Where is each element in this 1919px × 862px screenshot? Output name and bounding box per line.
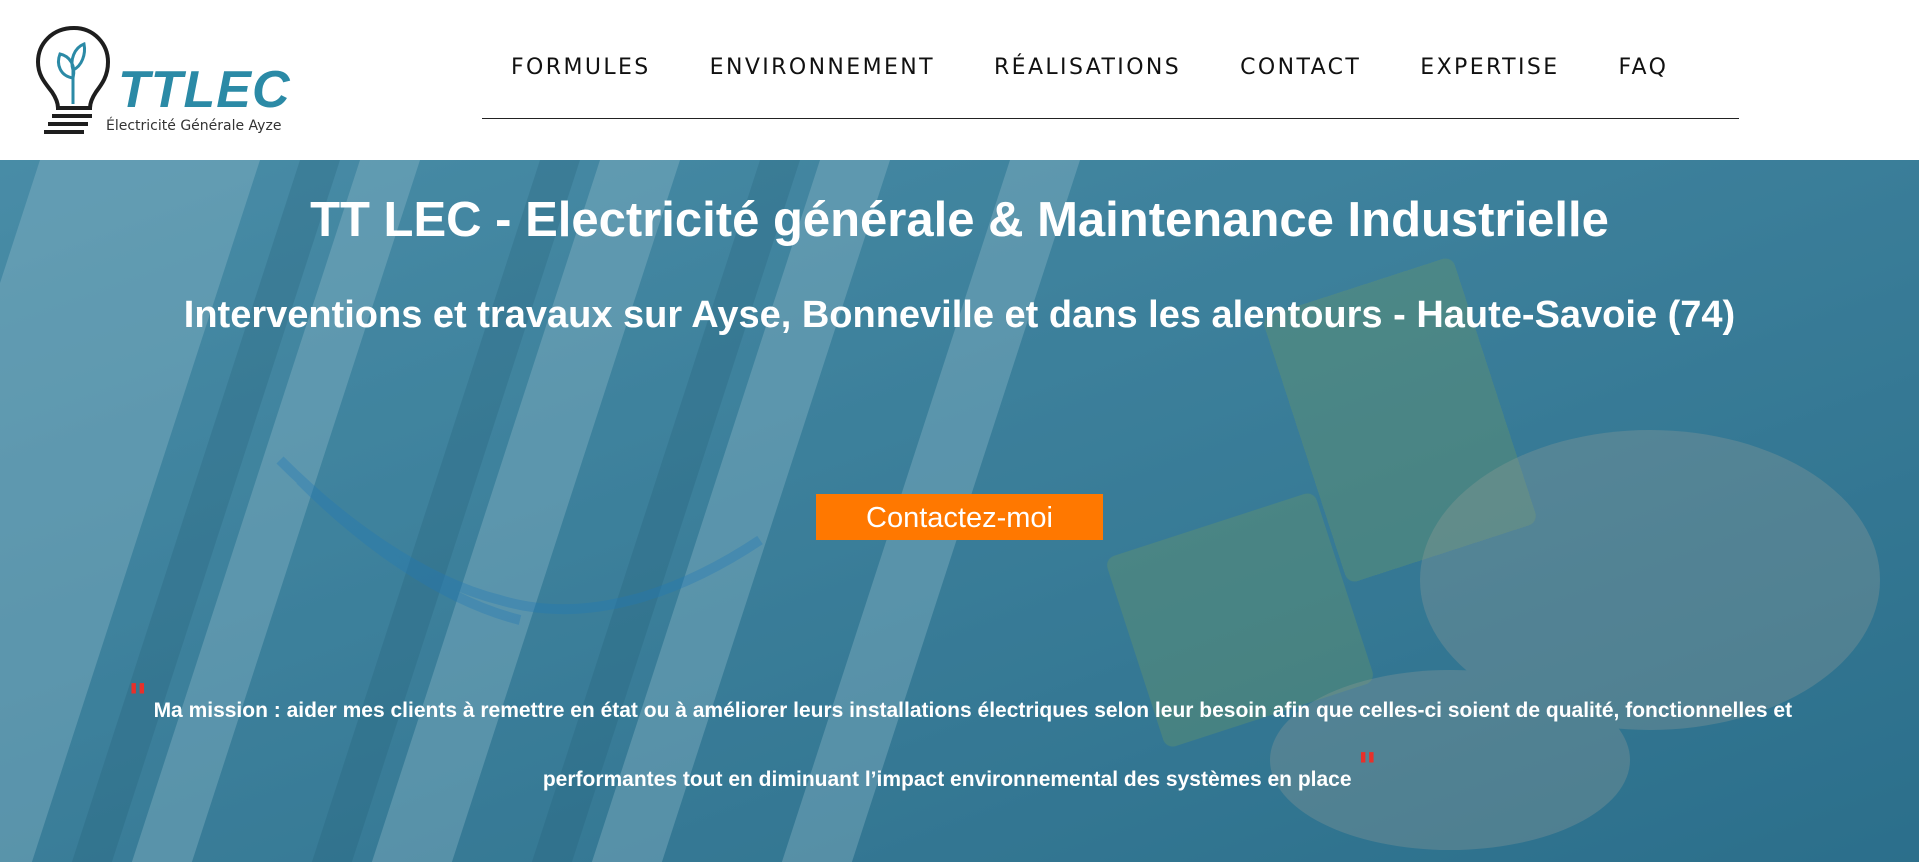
nav-item-environnement[interactable]: ENVIRONNEMENT — [710, 54, 935, 82]
hero-section: TT LEC - Electricité générale & Maintena… — [0, 160, 1919, 862]
nav-item-realisations[interactable]: RÉALISATIONS — [994, 54, 1181, 82]
logo-tagline: Électricité Générale Ayze — [106, 118, 282, 134]
logo-wordmark: TTLEC — [118, 61, 291, 119]
nav-item-formules[interactable]: FORMULES — [511, 54, 651, 82]
site-logo[interactable]: TTLEC Électricité Générale Ayze — [36, 26, 290, 136]
site-header: TTLEC Électricité Générale Ayze FORMULES… — [0, 0, 1919, 160]
nav-item-contact[interactable]: CONTACT — [1240, 54, 1361, 82]
hero-subtitle: Interventions et travaux sur Ayse, Bonne… — [183, 294, 1736, 336]
main-nav: FORMULES ENVIRONNEMENT RÉALISATIONS CONT… — [482, 0, 1739, 119]
mission-statement: " Ma mission : aider mes clients à remet… — [70, 670, 1850, 808]
hero-title: TT LEC - Electricité générale & Maintena… — [310, 193, 1609, 247]
nav-item-faq[interactable]: FAQ — [1619, 54, 1669, 82]
quote-close-icon: " — [1357, 744, 1378, 789]
nav-item-expertise[interactable]: EXPERTISE — [1420, 54, 1559, 82]
quote-open-icon: " — [127, 675, 148, 720]
contact-button[interactable]: Contactez-moi — [816, 494, 1103, 540]
mission-text: Ma mission : aider mes clients à remettr… — [153, 699, 1793, 791]
lightbulb-leaf-icon — [36, 26, 111, 134]
